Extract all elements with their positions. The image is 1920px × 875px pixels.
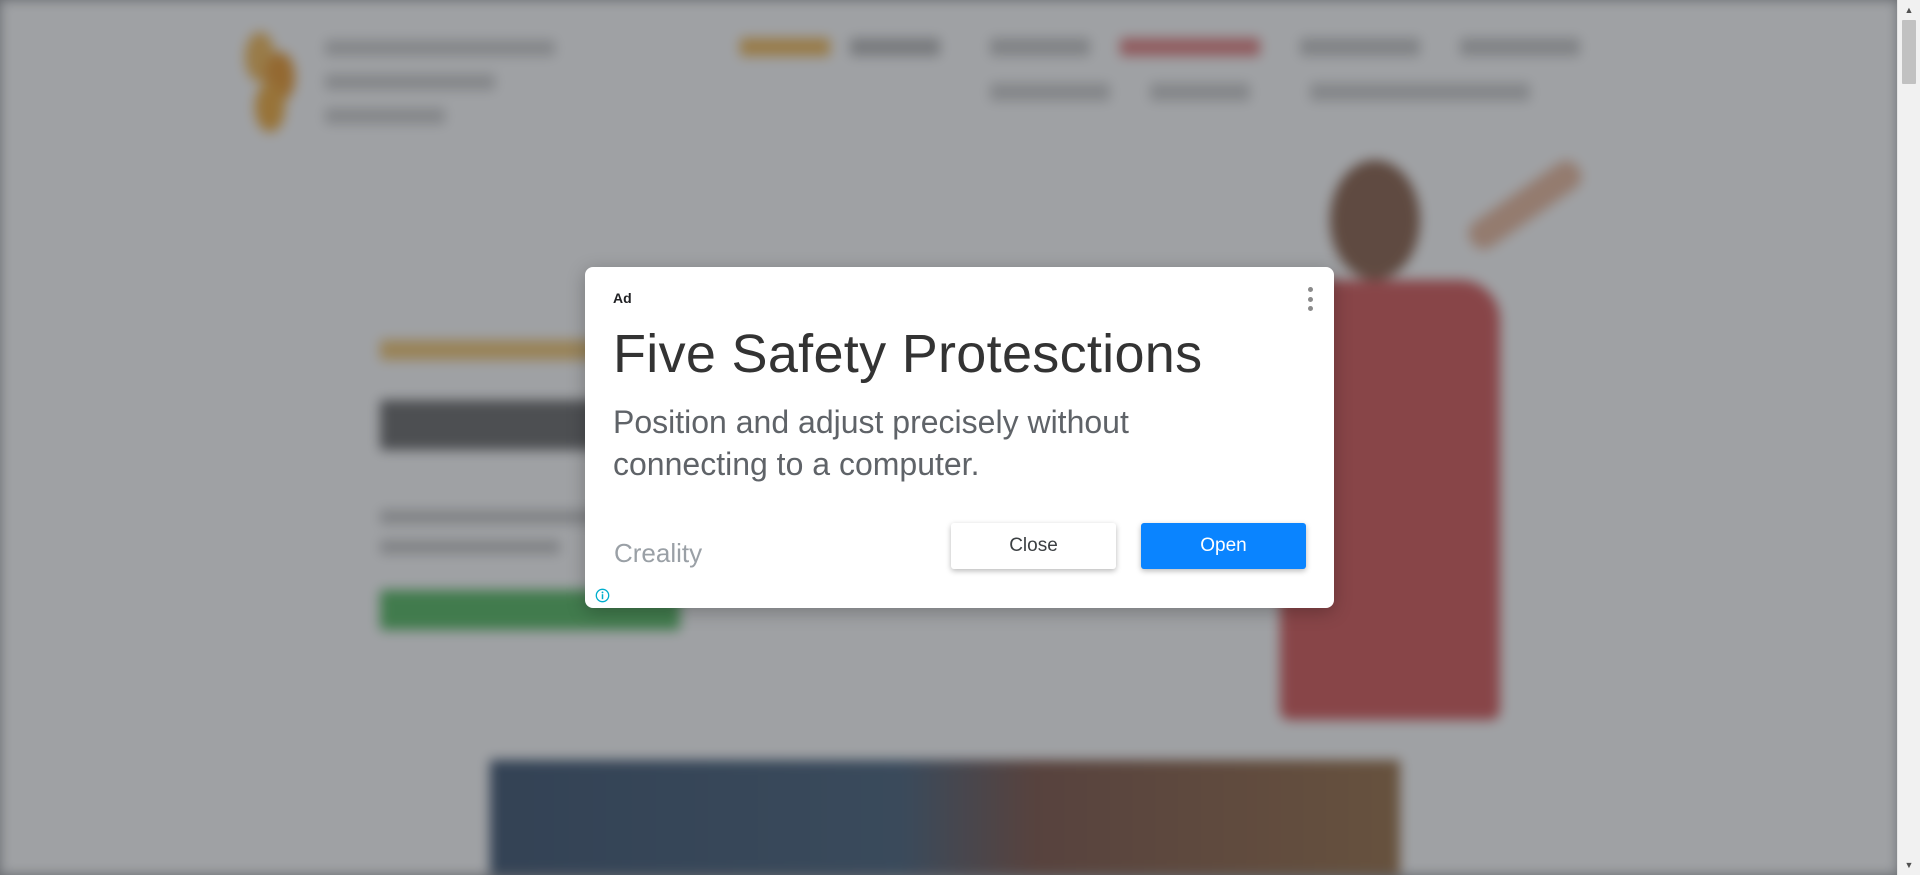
scroll-down-icon[interactable]: ▼ bbox=[1898, 857, 1920, 873]
page-scrollbar[interactable]: ▲ ▼ bbox=[1897, 0, 1920, 875]
open-button[interactable]: Open bbox=[1141, 523, 1306, 569]
ad-body-text: Position and adjust precisely without co… bbox=[613, 404, 1129, 482]
close-button[interactable]: Close bbox=[951, 523, 1116, 569]
info-icon[interactable] bbox=[595, 588, 610, 603]
ad-title: Five Safety Protesctions bbox=[613, 324, 1203, 384]
ad-advertiser: Creality bbox=[614, 538, 703, 568]
scroll-up-icon[interactable]: ▲ bbox=[1898, 2, 1920, 18]
ad-dialog: Ad Five Safety Protesctions Position and… bbox=[585, 267, 1334, 608]
ad-label: Ad bbox=[613, 290, 632, 306]
scroll-thumb[interactable] bbox=[1902, 20, 1916, 84]
more-vert-icon[interactable] bbox=[1304, 287, 1316, 311]
